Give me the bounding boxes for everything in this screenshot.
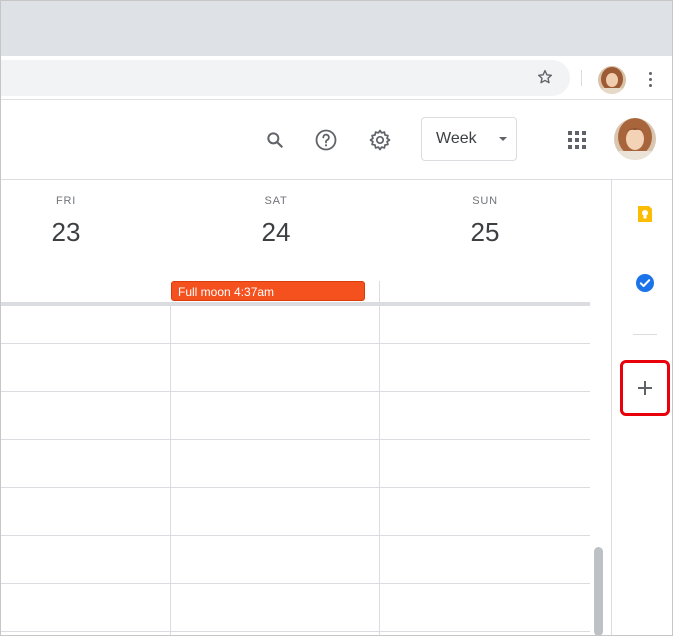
day-column-divider xyxy=(170,305,171,636)
address-bar[interactable] xyxy=(0,60,570,96)
view-select-label: Week xyxy=(436,130,477,147)
hour-line xyxy=(0,487,590,488)
day-number[interactable]: 23 xyxy=(6,217,126,248)
day-name: SUN xyxy=(472,195,498,207)
view-select[interactable]: Week xyxy=(421,117,517,161)
event-chip[interactable]: Full moon 4:37am xyxy=(171,281,365,301)
star-icon[interactable] xyxy=(533,65,557,89)
hour-line xyxy=(0,343,590,344)
day-header-sun[interactable]: SUN 25 xyxy=(425,195,545,248)
browser-toolbar xyxy=(0,56,673,100)
day-number[interactable]: 24 xyxy=(216,217,336,248)
hour-line xyxy=(0,631,590,632)
browser-avatar[interactable] xyxy=(598,66,626,94)
apps-icon[interactable] xyxy=(557,120,597,160)
day-column-divider xyxy=(379,305,380,636)
day-header-sat[interactable]: SAT 24 xyxy=(216,195,336,248)
side-panel-divider xyxy=(633,334,657,335)
keep-icon[interactable] xyxy=(636,203,654,225)
event-title: Full moon 4:37am xyxy=(178,285,275,299)
account-avatar[interactable] xyxy=(614,118,656,160)
day-header-fri[interactable]: FRI 23 xyxy=(6,195,126,248)
day-name: SAT xyxy=(264,195,288,207)
hour-line xyxy=(0,583,590,584)
toolbar-divider xyxy=(581,70,582,86)
search-icon[interactable] xyxy=(255,120,295,160)
hour-line xyxy=(0,535,590,536)
hour-line xyxy=(0,391,590,392)
tasks-icon[interactable] xyxy=(635,273,655,293)
settings-icon[interactable] xyxy=(360,120,400,160)
chevron-down-icon xyxy=(499,137,507,141)
day-name: FRI xyxy=(55,195,77,207)
time-grid[interactable] xyxy=(0,305,590,636)
scrollbar-thumb[interactable] xyxy=(594,547,603,636)
add-addon-button[interactable] xyxy=(620,360,670,416)
browser-menu-icon[interactable] xyxy=(640,67,660,91)
plus-icon xyxy=(638,381,652,395)
hour-line xyxy=(0,439,590,440)
help-icon[interactable] xyxy=(306,120,346,160)
browser-tab-strip xyxy=(0,0,673,56)
day-number[interactable]: 25 xyxy=(425,217,545,248)
hour-line xyxy=(0,305,590,306)
